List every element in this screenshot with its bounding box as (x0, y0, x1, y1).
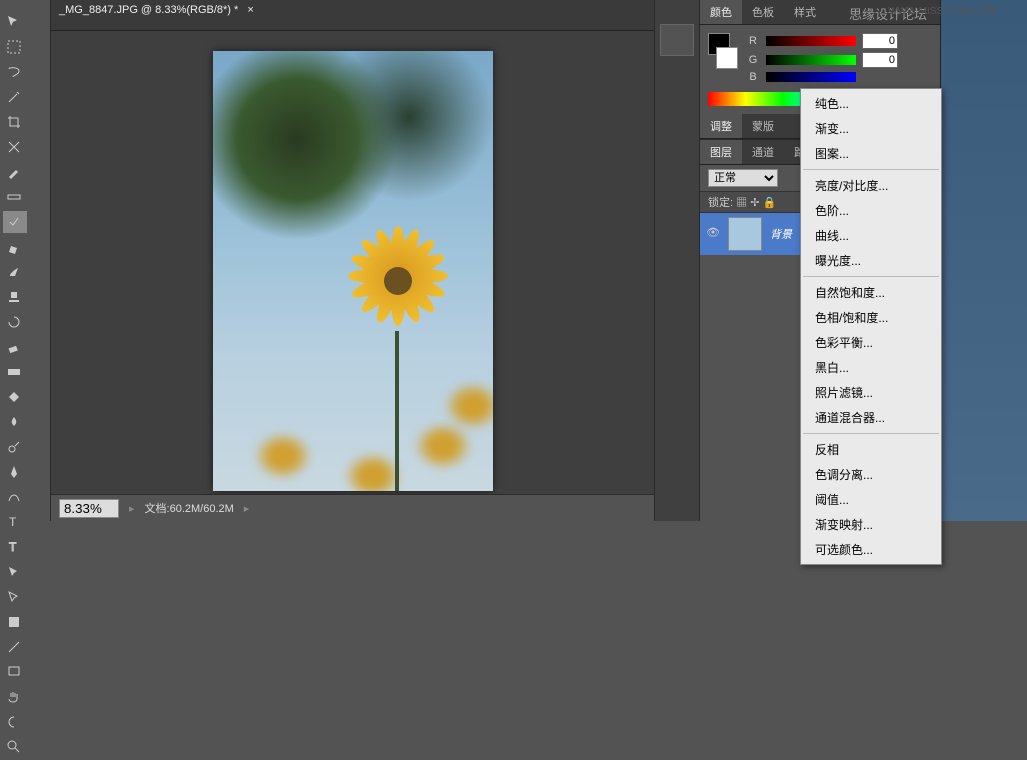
r-slider[interactable] (766, 36, 856, 46)
svg-text:T: T (9, 540, 17, 554)
menu-item[interactable]: 可选颜色... (801, 537, 941, 562)
lock-pixels-icon[interactable]: ▦ (736, 197, 747, 209)
lock-all-icon[interactable]: 🔒 (762, 197, 776, 209)
tab-channels[interactable]: 通道 (742, 140, 784, 164)
type-mask-tool[interactable]: T (3, 536, 27, 558)
b-slider[interactable] (766, 72, 856, 82)
move-tool[interactable] (3, 11, 27, 33)
history-brush-tool[interactable] (3, 311, 27, 333)
canvas-image[interactable] (213, 51, 493, 491)
visibility-icon[interactable]: 👁 (706, 226, 722, 242)
tab-swatches[interactable]: 色板 (742, 0, 784, 24)
bucket-tool[interactable] (3, 386, 27, 408)
tab-color[interactable]: 颜色 (700, 0, 742, 24)
toolbox: T T (0, 0, 51, 521)
menu-item[interactable]: 阈值... (801, 487, 941, 512)
lasso-tool[interactable] (3, 61, 27, 83)
menu-item[interactable]: 渐变映射... (801, 512, 941, 537)
tab-masks[interactable]: 蒙版 (742, 114, 784, 138)
shape-tool[interactable] (3, 611, 27, 633)
dock-icon-1[interactable] (660, 24, 694, 56)
menu-item[interactable]: 色调分离... (801, 462, 941, 487)
menu-separator (803, 276, 939, 277)
tab-adjustments[interactable]: 调整 (700, 114, 742, 138)
menu-item[interactable]: 色彩平衡... (801, 330, 941, 355)
g-slider[interactable] (766, 55, 856, 65)
rotate-tool[interactable] (3, 711, 27, 733)
r-label: R (746, 35, 760, 47)
background-swatch[interactable] (716, 47, 738, 69)
line-tool[interactable] (3, 636, 27, 658)
canvas-area: _MG_8847.JPG @ 8.33%(RGB/8*) * × ▸ 文档:60… (51, 0, 654, 521)
menu-item[interactable]: 色阶... (801, 198, 941, 223)
blur-tool[interactable] (3, 411, 27, 433)
canvas-viewport[interactable] (51, 31, 654, 494)
menu-item[interactable]: 曝光度... (801, 248, 941, 273)
document-title: _MG_8847.JPG @ 8.33%(RGB/8*) * (59, 4, 238, 16)
desktop-strip (940, 0, 1027, 521)
g-label: G (746, 54, 760, 66)
menu-item[interactable]: 黑白... (801, 355, 941, 380)
menu-item[interactable]: 图案... (801, 141, 941, 166)
lock-position-icon[interactable]: ✢ (750, 197, 759, 209)
pen-tool[interactable] (3, 461, 27, 483)
eraser-tool[interactable] (3, 336, 27, 358)
tab-layers[interactable]: 图层 (700, 140, 742, 164)
menu-item[interactable]: 通道混合器... (801, 405, 941, 430)
menu-separator (803, 433, 939, 434)
tab-styles[interactable]: 样式 (784, 0, 826, 24)
slice-tool[interactable] (3, 136, 27, 158)
layer-name: 背景 (770, 226, 792, 242)
dodge-tool[interactable] (3, 436, 27, 458)
r-value[interactable] (862, 33, 898, 49)
eyedropper-tool[interactable] (3, 161, 27, 183)
document-size: 文档:60.2M/60.2M (145, 500, 234, 516)
ruler-tool[interactable] (3, 186, 27, 208)
menu-item[interactable]: 纯色... (801, 91, 941, 116)
menu-item[interactable]: 自然饱和度... (801, 280, 941, 305)
notes-tool[interactable] (3, 661, 27, 683)
menu-item[interactable]: 曲线... (801, 223, 941, 248)
g-value[interactable] (862, 52, 898, 68)
zoom-input[interactable] (59, 499, 119, 518)
layer-thumbnail[interactable] (728, 217, 762, 251)
lock-label: 锁定: (708, 197, 733, 209)
menu-item[interactable]: 渐变... (801, 116, 941, 141)
gradient-tool[interactable] (3, 361, 27, 383)
svg-text:T: T (9, 515, 17, 529)
pencil-tool[interactable] (3, 236, 27, 258)
menu-item[interactable]: 亮度/对比度... (801, 173, 941, 198)
type-tool[interactable]: T (3, 511, 27, 533)
panel-dock (654, 0, 699, 521)
direct-select-tool[interactable] (3, 586, 27, 608)
stamp-tool[interactable] (3, 286, 27, 308)
close-icon[interactable]: × (247, 4, 253, 16)
path-select-tool[interactable] (3, 561, 27, 583)
crop-tool[interactable] (3, 111, 27, 133)
document-tab[interactable]: _MG_8847.JPG @ 8.33%(RGB/8*) * × (51, 0, 654, 31)
brush-tool[interactable] (3, 261, 27, 283)
menu-item[interactable]: 照片滤镜... (801, 380, 941, 405)
freeform-pen-tool[interactable] (3, 486, 27, 508)
menu-item[interactable]: 色相/饱和度... (801, 305, 941, 330)
blend-mode-select[interactable]: 正常 (708, 169, 778, 187)
b-label: B (746, 71, 760, 83)
statusbar: ▸ 文档:60.2M/60.2M ▸ (51, 494, 654, 521)
menu-separator (803, 169, 939, 170)
hand-tool[interactable] (3, 686, 27, 708)
adjustment-layer-menu: 纯色...渐变...图案... 亮度/对比度...色阶...曲线...曝光度...… (800, 88, 942, 565)
marquee-tool[interactable] (3, 36, 27, 58)
zoom-tool[interactable] (3, 736, 27, 758)
wand-tool[interactable] (3, 86, 27, 108)
watermark-url: WWW.MISSYUAN.COM (888, 6, 997, 17)
healing-tool[interactable] (3, 211, 27, 233)
menu-item[interactable]: 反相 (801, 437, 941, 462)
